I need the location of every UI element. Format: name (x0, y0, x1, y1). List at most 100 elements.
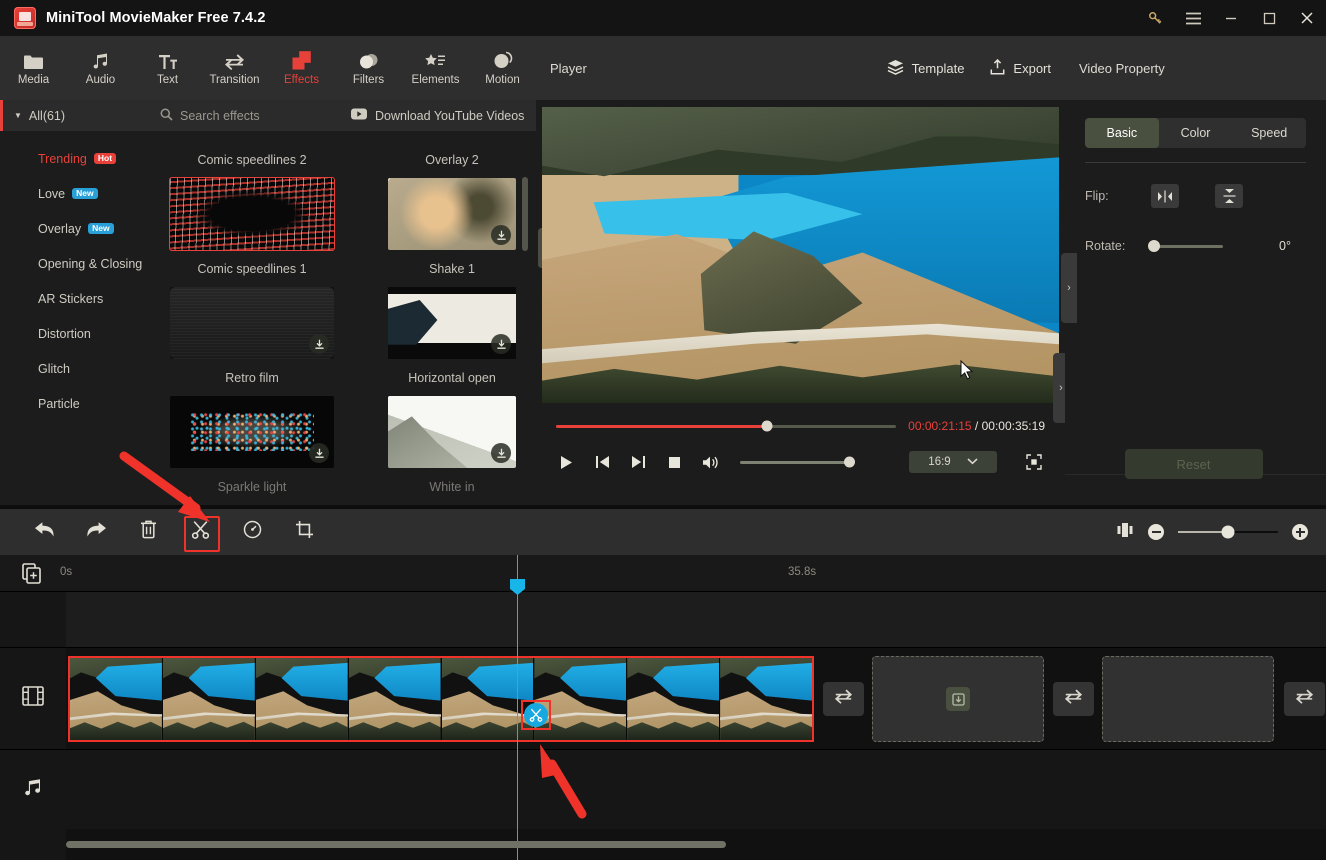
effect-thumbnail-shake-1[interactable] (388, 178, 516, 250)
download-icon[interactable] (309, 334, 329, 354)
tab-basic[interactable]: Basic (1085, 118, 1159, 148)
timeline-ruler[interactable]: 0s 35.8s (0, 555, 1326, 591)
fit-timeline-icon[interactable] (1116, 522, 1134, 543)
effect-item[interactable]: Shake 1 (370, 254, 534, 287)
effect-thumbnail-comic-speedlines-1[interactable] (169, 177, 335, 251)
category-item-particle[interactable]: Particle (0, 386, 146, 421)
track-header-audio[interactable] (0, 749, 66, 829)
media-placeholder-2[interactable] (1102, 656, 1274, 742)
effect-thumb-cell[interactable] (169, 177, 335, 254)
search-input[interactable]: Search effects (146, 108, 351, 124)
effect-thumb-cell[interactable] (370, 178, 534, 254)
effect-item[interactable]: Sparkle light (170, 472, 334, 505)
previous-frame-icon[interactable] (592, 452, 612, 472)
close-icon[interactable] (1288, 0, 1326, 36)
volume-handle[interactable] (844, 456, 855, 468)
category-item-opening-closing[interactable]: Opening & Closing (0, 246, 146, 281)
next-frame-icon[interactable] (628, 452, 648, 472)
track-header-video[interactable] (0, 647, 66, 749)
delete-button[interactable] (122, 515, 174, 549)
transition-slot-3[interactable] (1284, 682, 1325, 716)
category-item-love[interactable]: Love New (0, 176, 146, 211)
effect-item[interactable]: Horizontal open (370, 363, 534, 396)
maximize-icon[interactable] (1250, 0, 1288, 36)
key-icon[interactable] (1136, 0, 1174, 36)
scissors-icon[interactable] (524, 703, 548, 727)
rotate-slider[interactable] (1148, 240, 1223, 252)
aspect-ratio-select[interactable]: 16:9 (909, 451, 997, 473)
module-tab-audio[interactable]: Audio (67, 36, 134, 100)
category-item-glitch[interactable]: Glitch (0, 351, 146, 386)
seek-slider[interactable] (556, 420, 897, 432)
timeline-zoom-handle[interactable] (1221, 525, 1235, 539)
timeline-track-video[interactable] (66, 647, 1326, 749)
flip-vertical-icon[interactable] (1215, 184, 1243, 208)
timeline-track-audio[interactable] (66, 749, 1326, 829)
undo-button[interactable] (18, 515, 70, 549)
add-media-button[interactable] (0, 555, 64, 591)
effect-item[interactable]: White in (370, 472, 534, 505)
module-tab-filters[interactable]: Filters (335, 36, 402, 100)
timeline-horizontal-scrollbar[interactable] (66, 841, 726, 848)
effect-item[interactable]: Retro film (170, 363, 334, 396)
category-all[interactable]: ▼ All(61) (0, 100, 146, 131)
transition-slot-1[interactable] (823, 682, 864, 716)
effect-thumbnail-white-in[interactable] (388, 396, 516, 468)
download-youtube-videos-button[interactable]: Download YouTube Videos (351, 108, 524, 123)
fullscreen-icon[interactable] (1023, 451, 1045, 473)
template-button[interactable]: Template (887, 59, 964, 78)
playhead[interactable] (510, 555, 525, 860)
effect-thumb-cell[interactable] (370, 287, 534, 363)
category-item-distortion[interactable]: Distortion (0, 316, 146, 351)
play-icon[interactable] (556, 452, 576, 472)
category-item-ar-stickers[interactable]: AR Stickers (0, 281, 146, 316)
module-tab-media[interactable]: Media (0, 36, 67, 100)
download-icon[interactable] (946, 687, 970, 711)
module-tab-transition[interactable]: Transition (201, 36, 268, 100)
property-panel-collapse-handle[interactable]: › (1061, 253, 1077, 323)
tab-color[interactable]: Color (1159, 118, 1233, 148)
download-icon[interactable] (309, 443, 329, 463)
module-tab-text[interactable]: Text (134, 36, 201, 100)
export-button[interactable]: Export (990, 58, 1051, 78)
tab-speed[interactable]: Speed (1232, 118, 1306, 148)
video-clip[interactable] (68, 656, 814, 742)
redo-button[interactable] (70, 515, 122, 549)
effect-item[interactable]: Overlay 2 (370, 145, 534, 178)
module-tab-effects[interactable]: Effects (268, 36, 335, 100)
flip-horizontal-icon[interactable] (1151, 184, 1179, 208)
stop-icon[interactable] (664, 452, 684, 472)
seek-handle[interactable] (761, 420, 773, 432)
speed-button[interactable] (226, 515, 278, 549)
zoom-out-icon[interactable] (1148, 524, 1164, 540)
split-button[interactable] (174, 515, 226, 552)
effect-item[interactable]: Comic speedlines 1 (170, 254, 334, 287)
crop-button[interactable] (278, 515, 330, 549)
video-preview[interactable] (542, 107, 1059, 403)
effect-thumb-cell[interactable] (170, 287, 334, 363)
effect-thumb-cell[interactable] (170, 396, 334, 472)
rotate-handle[interactable] (1148, 240, 1160, 252)
module-tab-motion[interactable]: Motion (469, 36, 536, 100)
effect-thumb-cell[interactable] (370, 396, 534, 472)
effect-thumbnail-retro-film[interactable] (170, 287, 334, 359)
effect-thumbnail-sparkle-light[interactable] (170, 396, 334, 468)
reset-button[interactable]: Reset (1124, 449, 1263, 479)
volume-icon[interactable] (700, 452, 720, 472)
category-item-trending[interactable]: Trending Hot (0, 141, 146, 176)
volume-slider[interactable] (740, 456, 855, 468)
menu-icon[interactable] (1174, 0, 1212, 36)
media-placeholder-1[interactable] (872, 656, 1044, 742)
track-header-overlay[interactable] (0, 591, 66, 647)
zoom-in-icon[interactable] (1292, 524, 1308, 540)
download-icon[interactable] (491, 443, 511, 463)
effects-scrollbar[interactable] (522, 177, 528, 251)
effect-thumbnail-horizontal-open[interactable] (388, 287, 516, 359)
effect-item[interactable]: Comic speedlines 2 (170, 145, 334, 178)
category-item-overlay[interactable]: Overlay New (0, 211, 146, 246)
module-tab-elements[interactable]: Elements (402, 36, 469, 100)
timeline-track-overlay[interactable] (66, 591, 1326, 647)
transition-slot-2[interactable] (1053, 682, 1094, 716)
minimize-icon[interactable] (1212, 0, 1250, 36)
download-icon[interactable] (491, 225, 511, 245)
